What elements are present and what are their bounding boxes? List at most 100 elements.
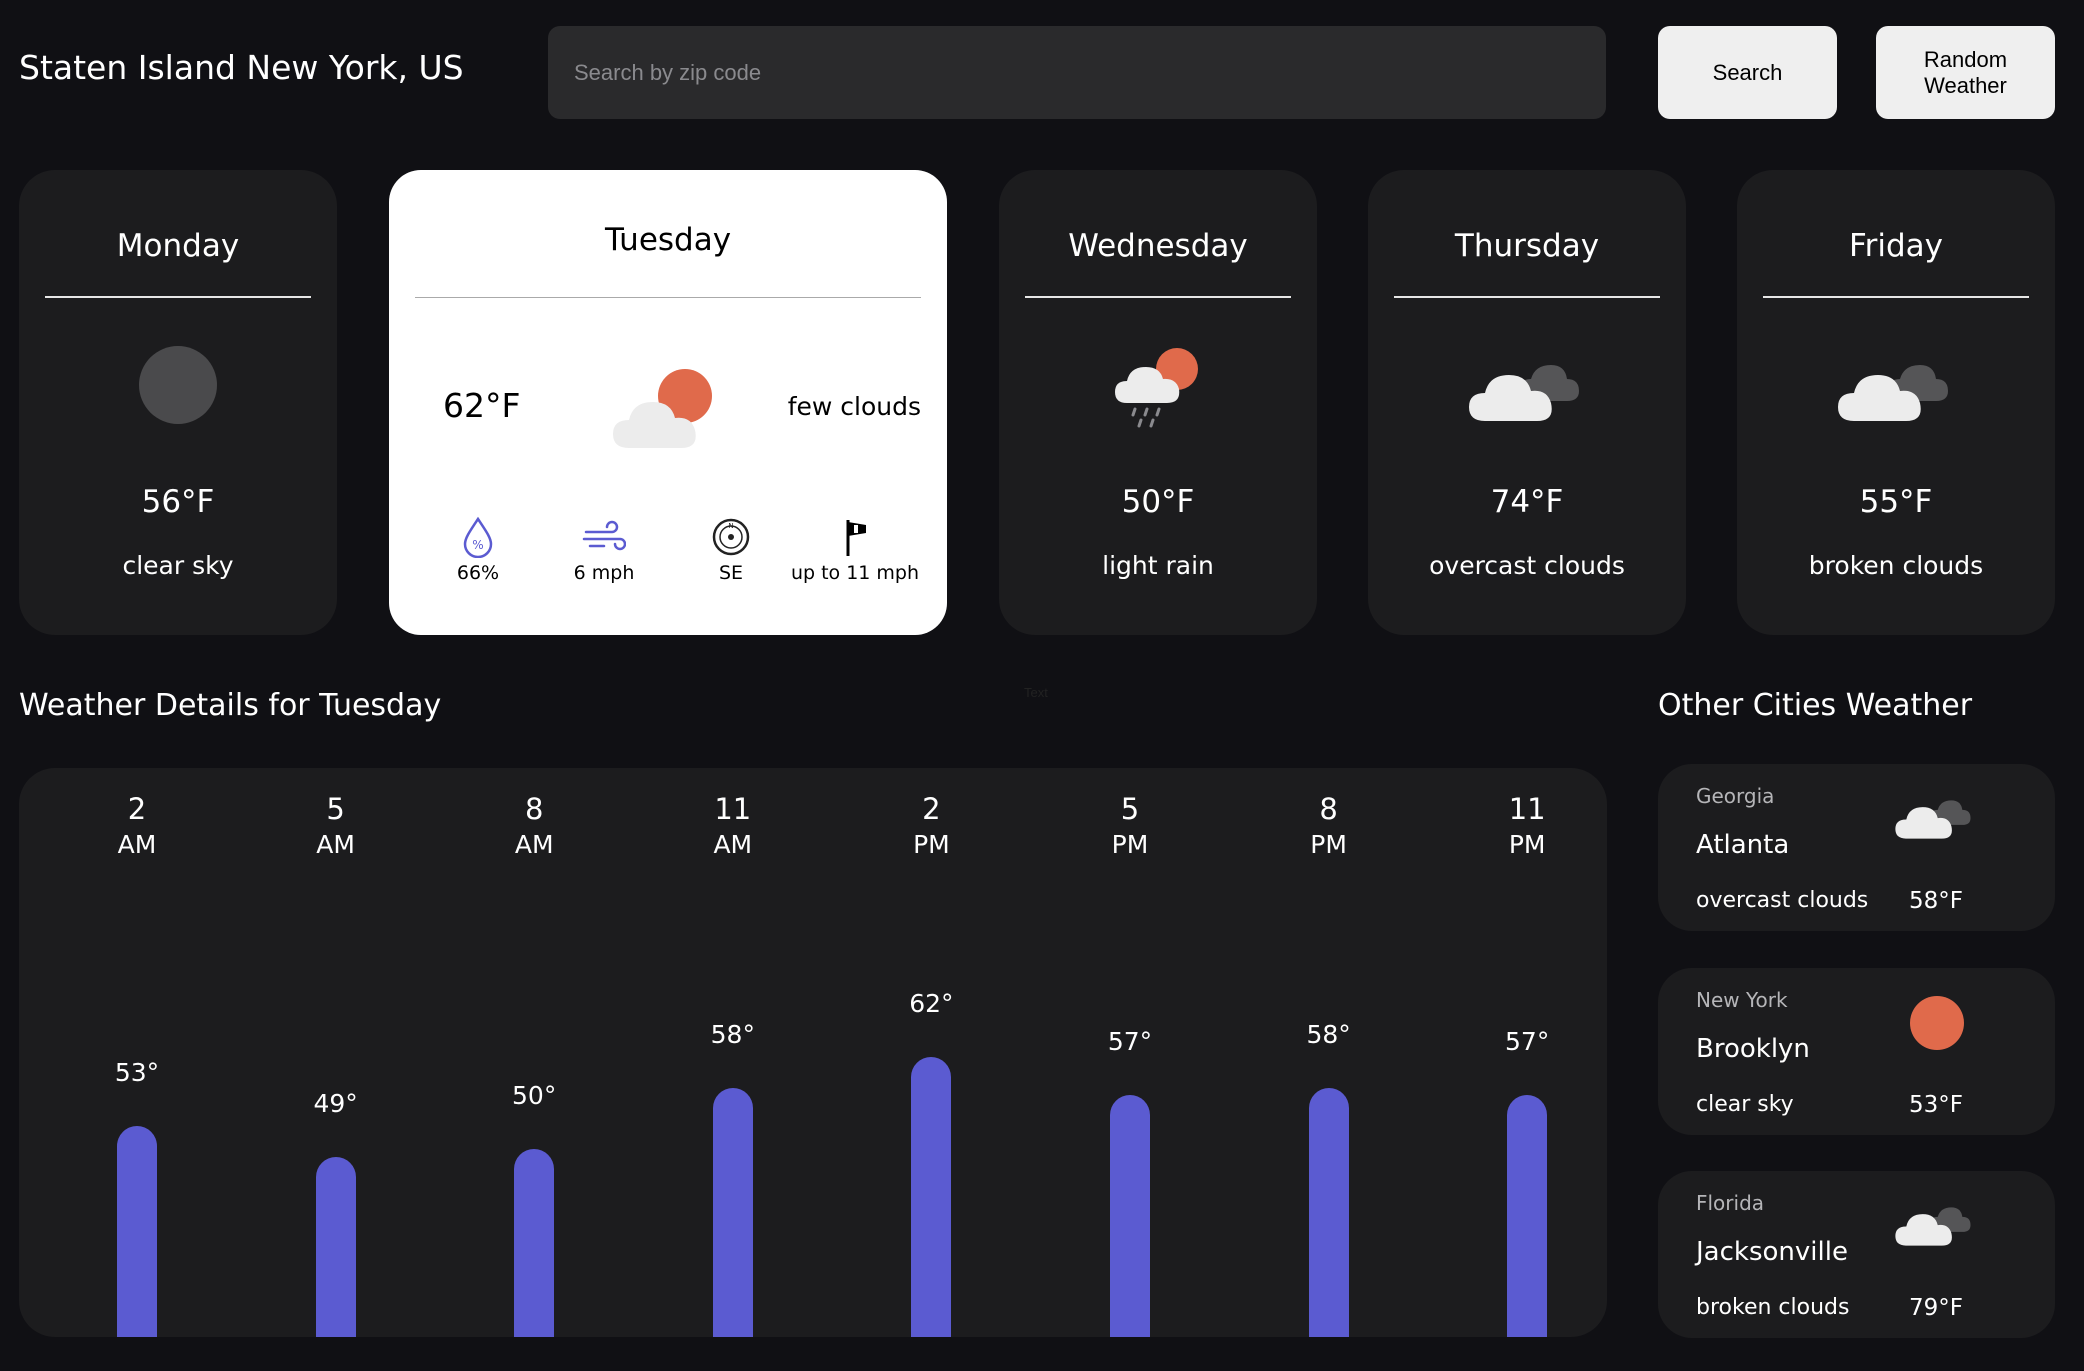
search-input[interactable] (548, 26, 1606, 119)
moon-icon (19, 345, 337, 445)
hour-column: 11 PM 57° (1467, 768, 1587, 1337)
wind-icon (582, 520, 626, 551)
hour-ampm: PM (1310, 830, 1347, 859)
day-name: Thursday (1454, 228, 1600, 264)
hour-column: 8 PM 58° (1269, 768, 1389, 1337)
city-state: Florida (1696, 1191, 1765, 1215)
hour-number: 5 (326, 792, 345, 826)
day-temp: 74°F (1490, 484, 1564, 520)
wind-stat: 6 mph (539, 516, 669, 584)
hour-number: 2 (922, 792, 941, 826)
hour-column: 2 PM 62° (871, 768, 991, 1337)
hour-number: 5 (1120, 792, 1140, 826)
overcast-icon (1368, 345, 1686, 445)
day-card-friday[interactable]: Friday 55°F broken clouds (1737, 170, 2055, 635)
broken-clouds-icon (1894, 1193, 1976, 1253)
day-name: Monday (116, 228, 240, 264)
svg-text:%: % (472, 538, 483, 552)
hour-temp-label: 58° (710, 1019, 755, 1049)
hour-temp-label: 50° (512, 1081, 557, 1111)
hour-number: 11 (714, 792, 752, 826)
day-card-monday[interactable]: Monday 56°F clear sky (19, 170, 337, 635)
hour-ampm: AM (316, 830, 355, 859)
day-temp: 55°F (1859, 484, 1933, 520)
rain-icon (999, 345, 1317, 445)
divider (45, 296, 311, 298)
humidity-stat: % 66% (413, 516, 543, 584)
day-desc: few clouds (787, 392, 921, 421)
day-name: Wednesday (1068, 228, 1248, 264)
search-button[interactable]: Search (1658, 26, 1837, 119)
hour-temp-label: 53° (114, 1058, 160, 1088)
hour-ampm: PM (1508, 830, 1546, 859)
random-weather-button[interactable]: Random Weather (1876, 26, 2055, 119)
hour-column: 2 AM 53° (77, 768, 197, 1337)
city-desc: clear sky (1696, 1092, 1794, 1117)
day-card-thursday[interactable]: Thursday 74°F overcast clouds (1368, 170, 1686, 635)
city-card-brooklyn[interactable]: New York Brooklyn clear sky 53°F (1658, 968, 2055, 1135)
city-name: Atlanta (1696, 830, 1790, 860)
divider (1763, 296, 2029, 298)
city-state: New York (1696, 988, 1788, 1012)
hour-number: 2 (127, 792, 147, 826)
wind-value: 6 mph (573, 562, 635, 584)
hour-ampm: AM (514, 830, 554, 859)
day-desc: light rain (1102, 551, 1214, 580)
divider (1394, 296, 1660, 298)
hour-temp-bar (1308, 1087, 1349, 1337)
hour-temp-bar (514, 1149, 555, 1337)
city-name: Jacksonville (1696, 1237, 1848, 1267)
day-temp: 56°F (141, 484, 215, 520)
city-name: Brooklyn (1696, 1034, 1810, 1064)
hour-column: 8 AM 50° (474, 768, 594, 1337)
hour-temp-bar (117, 1126, 157, 1337)
city-card-atlanta[interactable]: Georgia Atlanta overcast clouds 58°F (1658, 764, 2055, 931)
hour-temp-bar (911, 1056, 952, 1337)
day-card-tuesday[interactable]: Tuesday 62°F few clouds % 66% 6 mph N SE (389, 170, 947, 635)
day-name: Tuesday (604, 222, 732, 258)
city-desc: broken clouds (1696, 1295, 1850, 1320)
hour-column: 5 PM 57° (1070, 768, 1190, 1337)
windsock-icon (846, 520, 866, 556)
hour-temp-bar (315, 1157, 356, 1337)
hour-temp-label: 62° (909, 988, 954, 1018)
sun-icon (1909, 995, 1965, 1055)
hour-ampm: AM (117, 830, 157, 859)
location-title: Staten Island New York, US (19, 48, 464, 87)
hour-temp-label: 58° (1306, 1019, 1351, 1049)
hour-temp-bar (712, 1087, 753, 1337)
hourly-chart: 2 AM 53° 5 AM 49° 8 AM 50° 11 AM 58° 2 PM 62° 5 PM 57° 8 PM… (19, 768, 1607, 1337)
hour-temp-bar (1110, 1095, 1150, 1337)
divider (1025, 296, 1291, 298)
hour-temp-label: 49° (313, 1089, 358, 1118)
hour-number: 8 (524, 792, 544, 826)
day-temp: 62°F (443, 386, 521, 425)
hour-ampm: AM (713, 830, 753, 859)
gust-stat: up to 11 mph (789, 516, 921, 584)
humidity-value: 66% (456, 562, 500, 584)
city-card-jacksonville[interactable]: Florida Jacksonville broken clouds 79°F (1658, 1171, 2055, 1338)
broken-clouds-icon (1737, 345, 2055, 445)
compass-icon: N (712, 518, 750, 556)
hour-temp-label: 57° (1107, 1027, 1153, 1057)
hour-number: 11 (1508, 792, 1546, 826)
direction-stat: N SE (666, 516, 796, 584)
overcast-icon (1894, 786, 1976, 846)
day-temp: 50°F (1121, 484, 1195, 520)
svg-text:N: N (728, 522, 733, 530)
city-desc: overcast clouds (1696, 888, 1869, 913)
day-card-wednesday[interactable]: Wednesday 50°F light rain (999, 170, 1317, 635)
city-state: Georgia (1696, 784, 1775, 808)
hour-column: 11 AM 58° (673, 768, 793, 1337)
city-temp: 53°F (1909, 1092, 1963, 1118)
hour-number: 8 (1319, 792, 1338, 826)
hour-ampm: PM (1111, 830, 1149, 859)
hour-temp-label: 57° (1505, 1027, 1550, 1057)
gust-value: up to 11 mph (790, 562, 920, 584)
details-title: Weather Details for Tuesday (19, 688, 442, 723)
hour-column: 5 AM 49° (276, 768, 396, 1337)
day-desc: broken clouds (1808, 551, 1984, 580)
other-cities-title: Other Cities Weather (1658, 688, 1973, 723)
city-temp: 58°F (1909, 888, 1963, 914)
humidity-icon: % (463, 516, 493, 558)
